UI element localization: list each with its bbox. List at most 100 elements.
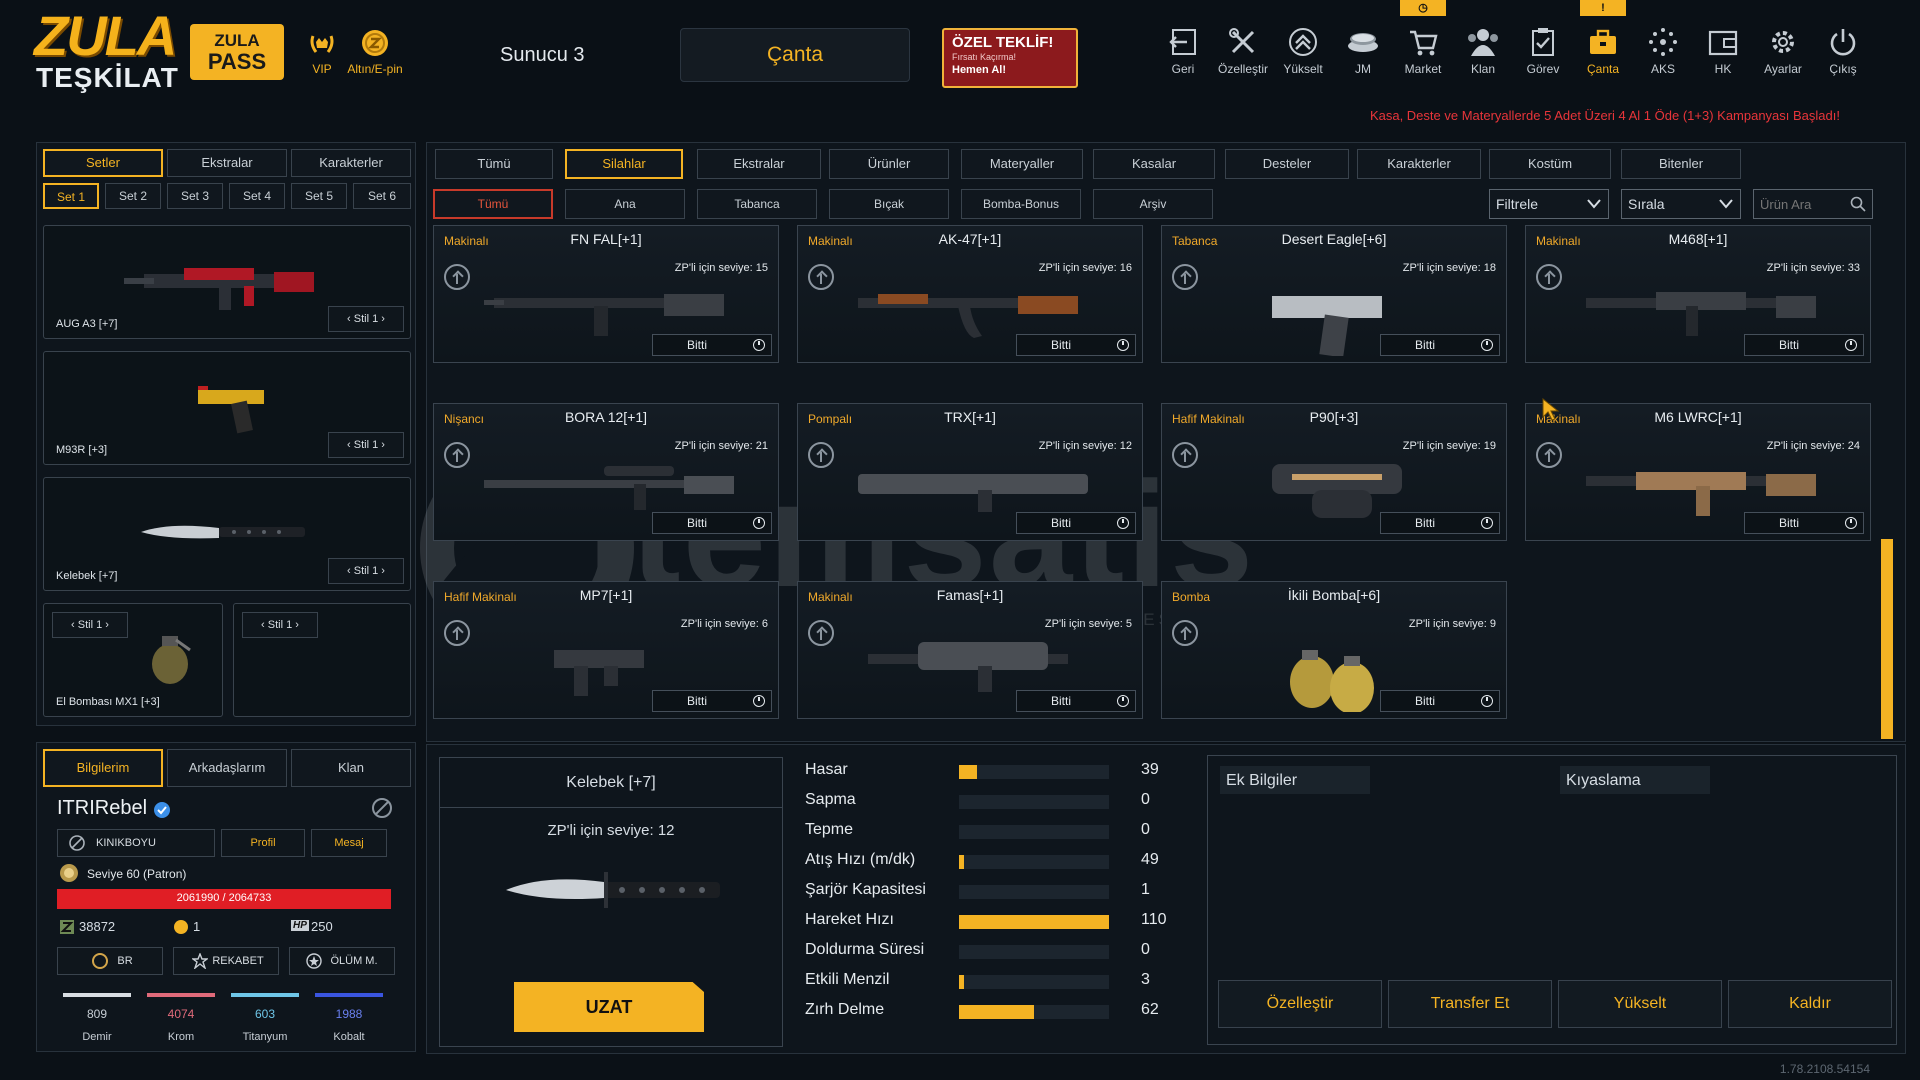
nav-back-button[interactable]: Geri (1155, 24, 1211, 84)
sort-dropdown[interactable]: Sırala (1621, 189, 1741, 219)
filter-dropdown[interactable]: Filtrele (1489, 189, 1609, 219)
campaign-banner[interactable]: Kasa, Deste ve Materyallerde 5 Adet Üzer… (1200, 108, 1840, 123)
tab-costume[interactable]: Kostüm (1489, 149, 1611, 179)
tab-extras[interactable]: Ekstralar (167, 149, 287, 177)
expired-status[interactable]: Bitti (1744, 512, 1864, 534)
weapon-card[interactable]: Tabanca Desert Eagle[+6] ZP'li için seviye… (1161, 225, 1507, 363)
extend-button[interactable]: UZAT (514, 982, 704, 1032)
nav-customize-button[interactable]: Özelleştir (1215, 24, 1271, 84)
expired-status[interactable]: Bitti (652, 334, 772, 356)
tab-all[interactable]: Tümü (435, 149, 553, 179)
tab-decks[interactable]: Desteler (1225, 149, 1349, 179)
weapon-card[interactable]: Makinalı FN FAL[+1] ZP'li için seviye: 15 B… (433, 225, 779, 363)
upgrade-arrow-icon[interactable] (1172, 442, 1198, 468)
upgrade-button[interactable]: Yükselt (1558, 980, 1722, 1028)
subtab-main[interactable]: Ana (565, 189, 685, 219)
empty-slot[interactable]: ‹ Stil 1 › (233, 603, 411, 717)
br-rank-button[interactable]: BR (57, 947, 163, 975)
melee-weapon-slot[interactable]: Kelebek [+7] ‹ Stil 1 › (43, 477, 411, 591)
weapon-card[interactable]: Pompalı TRX[+1] ZP'li için seviye: 12 Bitti (797, 403, 1143, 541)
tab-sets[interactable]: Setler (43, 149, 163, 177)
upgrade-arrow-icon[interactable] (808, 442, 834, 468)
zula-pass-button[interactable]: ZULA PASS (190, 24, 284, 80)
tab-weapons[interactable]: Silahlar (565, 149, 683, 179)
remove-button[interactable]: Kaldır (1728, 980, 1892, 1028)
upgrade-arrow-icon[interactable] (444, 264, 470, 290)
bag-title-button[interactable]: Çanta (680, 28, 910, 82)
customize-button[interactable]: Özelleştir (1218, 980, 1382, 1028)
deathmatch-rank-button[interactable]: ÖLÜM M. (289, 947, 395, 975)
expired-status[interactable]: Bitti (1016, 334, 1136, 356)
upgrade-arrow-icon[interactable] (1172, 620, 1198, 646)
style-selector[interactable]: ‹ Stil 1 › (242, 612, 318, 638)
expired-status[interactable]: Bitti (652, 690, 772, 712)
weapon-card[interactable]: Makinalı Famas[+1] ZP'li için seviye: 5 Bit… (797, 581, 1143, 719)
tab-materials[interactable]: Materyaller (961, 149, 1083, 179)
special-offer-button[interactable]: ÖZEL TEKLİF! Fırsatı Kaçırma! Hemen Al! (942, 28, 1078, 88)
weapon-card[interactable]: Makinalı M468[+1] ZP'li için seviye: 33 Bit… (1525, 225, 1871, 363)
nav-task-button[interactable]: Görev (1515, 24, 1571, 84)
weapon-card[interactable]: Makinalı M6 LWRC[+1] ZP'li için seviye: 24… (1525, 403, 1871, 541)
nav-clan-button[interactable]: Klan (1455, 24, 1511, 84)
nav-jm-button[interactable]: JM (1335, 24, 1391, 84)
clan-name-button[interactable]: KINIKBOYU (57, 829, 215, 857)
style-selector[interactable]: ‹ Stil 1 › (328, 306, 404, 332)
subtab-archive[interactable]: Arşiv (1093, 189, 1213, 219)
tab-finished[interactable]: Bitenler (1621, 149, 1741, 179)
set-4-tab[interactable]: Set 4 (229, 183, 285, 209)
upgrade-arrow-icon[interactable] (1536, 442, 1562, 468)
style-selector[interactable]: ‹ Stil 1 › (328, 432, 404, 458)
tab-products[interactable]: Ürünler (829, 149, 949, 179)
grenade-slot[interactable]: ‹ Stil 1 › El Bombası MX1 [+3] (43, 603, 223, 717)
tab-characters[interactable]: Karakterler (1357, 149, 1481, 179)
search-input[interactable] (1754, 190, 1848, 218)
nav-hk-button[interactable]: HK (1695, 24, 1751, 84)
tab-cases[interactable]: Kasalar (1093, 149, 1215, 179)
vip-button[interactable]: VIP (300, 28, 344, 76)
expired-status[interactable]: Bitti (1380, 334, 1500, 356)
set-1-tab[interactable]: Set 1 (43, 183, 99, 209)
gold-epin-button[interactable]: Altın/E-pin (340, 28, 410, 76)
expired-status[interactable]: Bitti (1016, 690, 1136, 712)
upgrade-arrow-icon[interactable] (444, 620, 470, 646)
upgrade-arrow-icon[interactable] (808, 620, 834, 646)
expired-status[interactable]: Bitti (1380, 512, 1500, 534)
expired-status[interactable]: Bitti (652, 512, 772, 534)
transfer-button[interactable]: Transfer Et (1388, 980, 1552, 1028)
block-icon[interactable] (371, 797, 393, 819)
subtab-bomb-bonus[interactable]: Bomba-Bonus (961, 189, 1081, 219)
message-button[interactable]: Mesaj (311, 829, 387, 857)
primary-weapon-slot[interactable]: AUG A3 [+7] ‹ Stil 1 › (43, 225, 411, 339)
tab-my-info[interactable]: Bilgilerim (43, 749, 163, 787)
nav-settings-button[interactable]: Ayarlar (1755, 24, 1811, 84)
profile-button[interactable]: Profil (221, 829, 305, 857)
set-5-tab[interactable]: Set 5 (291, 183, 347, 209)
expired-status[interactable]: Bitti (1744, 334, 1864, 356)
upgrade-arrow-icon[interactable] (1172, 264, 1198, 290)
tab-characters[interactable]: Karakterler (291, 149, 411, 177)
tab-extras[interactable]: Ekstralar (697, 149, 821, 179)
upgrade-arrow-icon[interactable] (1536, 264, 1562, 290)
secondary-weapon-slot[interactable]: M93R [+3] ‹ Stil 1 › (43, 351, 411, 465)
subtab-pistol[interactable]: Tabanca (697, 189, 817, 219)
nav-aks-button[interactable]: AKS (1635, 24, 1691, 84)
tab-clan[interactable]: Klan (291, 749, 411, 787)
weapon-card[interactable]: Bomba İkili Bomba[+6] ZP'li için seviye: 9… (1161, 581, 1507, 719)
upgrade-arrow-icon[interactable] (444, 442, 470, 468)
set-6-tab[interactable]: Set 6 (353, 183, 411, 209)
set-3-tab[interactable]: Set 3 (167, 183, 223, 209)
nav-exit-button[interactable]: Çıkış (1815, 24, 1871, 84)
nav-market-button[interactable]: Market (1395, 24, 1451, 84)
subtab-knife[interactable]: Bıçak (829, 189, 949, 219)
search-box[interactable] (1753, 189, 1873, 219)
tab-friends[interactable]: Arkadaşlarım (167, 749, 287, 787)
competitive-rank-button[interactable]: REKABET (173, 947, 279, 975)
nav-upgrade-button[interactable]: Yükselt (1275, 24, 1331, 84)
weapon-card[interactable]: Hafif Makinalı P90[+3] ZP'li için seviye: … (1161, 403, 1507, 541)
set-2-tab[interactable]: Set 2 (105, 183, 161, 209)
weapon-card[interactable]: Nişancı BORA 12[+1] ZP'li için seviye: 21 B… (433, 403, 779, 541)
nav-bag-button[interactable]: Çanta (1575, 24, 1631, 84)
scrollbar-thumb[interactable] (1881, 539, 1893, 739)
style-selector[interactable]: ‹ Stil 1 › (52, 612, 128, 638)
weapon-card[interactable]: Makinalı AK-47[+1] ZP'li için seviye: 16 Bi… (797, 225, 1143, 363)
